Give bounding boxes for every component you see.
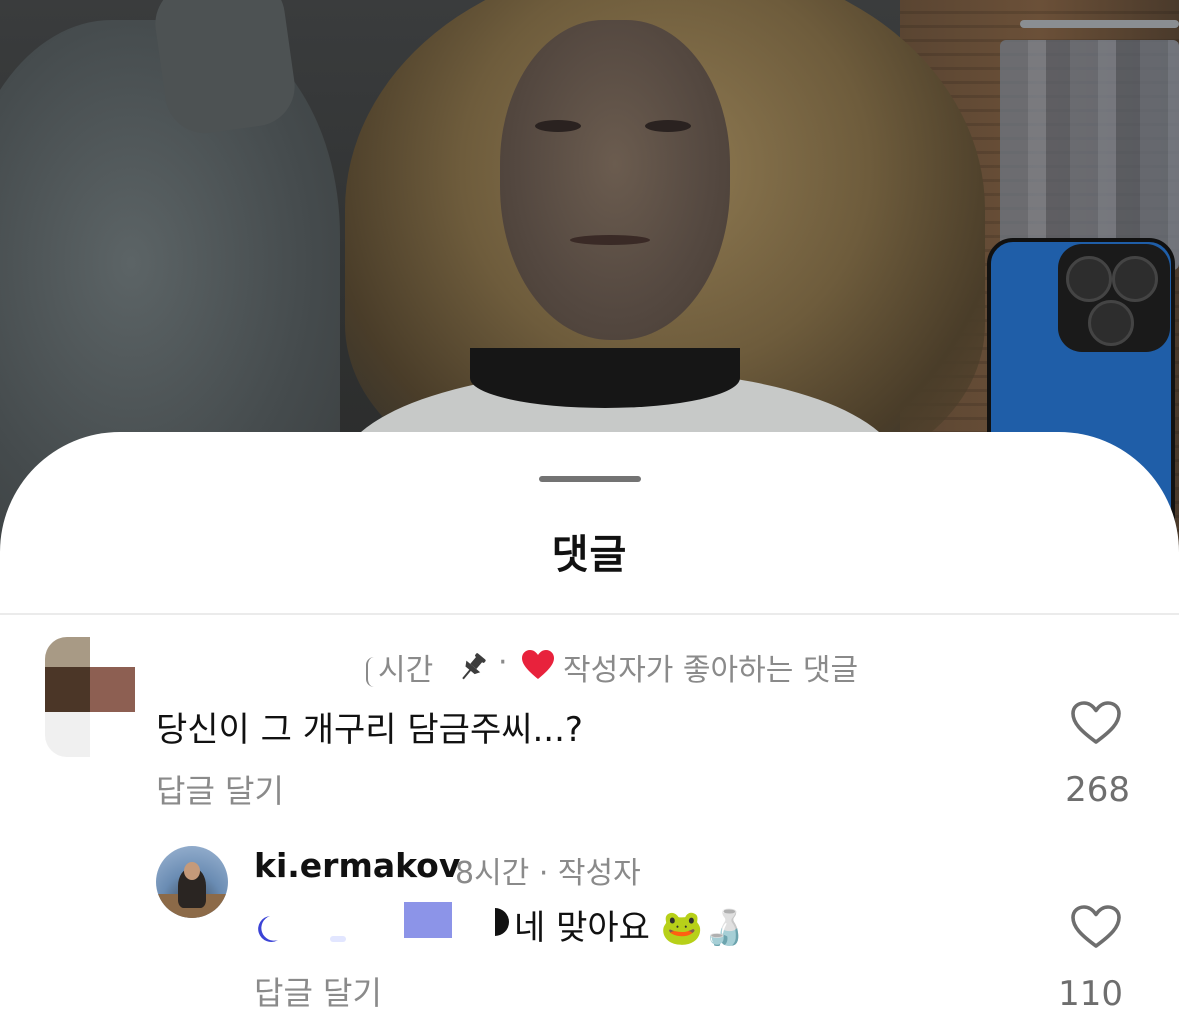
- header-divider: [0, 613, 1179, 615]
- censor-block: [404, 902, 452, 938]
- censor-mark: [330, 936, 346, 942]
- comment-text: 당신이 그 개구리 담금주씨...?: [156, 710, 583, 750]
- reply-text: 네 맞아요 🐸🍶: [514, 908, 746, 948]
- heart-filled-icon: [521, 649, 555, 681]
- half-circle-icon: [491, 906, 511, 938]
- reply-avatar[interactable]: [156, 846, 228, 918]
- comment-time: 시간: [366, 645, 433, 689]
- like-count: 268: [1065, 770, 1130, 810]
- meta-separator: ·: [498, 645, 508, 680]
- pin-icon: [454, 650, 490, 686]
- heart-outline-icon[interactable]: [1070, 700, 1122, 746]
- reply-button[interactable]: 답글 달기: [156, 766, 284, 812]
- reply-meta: 8시간 · 작성자: [455, 856, 641, 891]
- sheet-grabber[interactable]: [539, 476, 641, 482]
- creator-liked-label: 작성자가 좋아하는 댓글: [563, 653, 859, 688]
- commenter-avatar[interactable]: [45, 637, 135, 757]
- reply-username[interactable]: ki.ermakov: [254, 846, 460, 885]
- moon-icon: [252, 912, 282, 946]
- heart-outline-icon[interactable]: [1070, 904, 1122, 950]
- reply-like-count: 110: [1058, 974, 1123, 1014]
- reply-button-2[interactable]: 답글 달기: [254, 968, 382, 1014]
- comments-screen: 댓글 시간 · 작성자가 좋아하는 댓글 당신이 그 개구리 담금주씨...? …: [0, 0, 1179, 1027]
- sheet-title: 댓글: [551, 532, 628, 578]
